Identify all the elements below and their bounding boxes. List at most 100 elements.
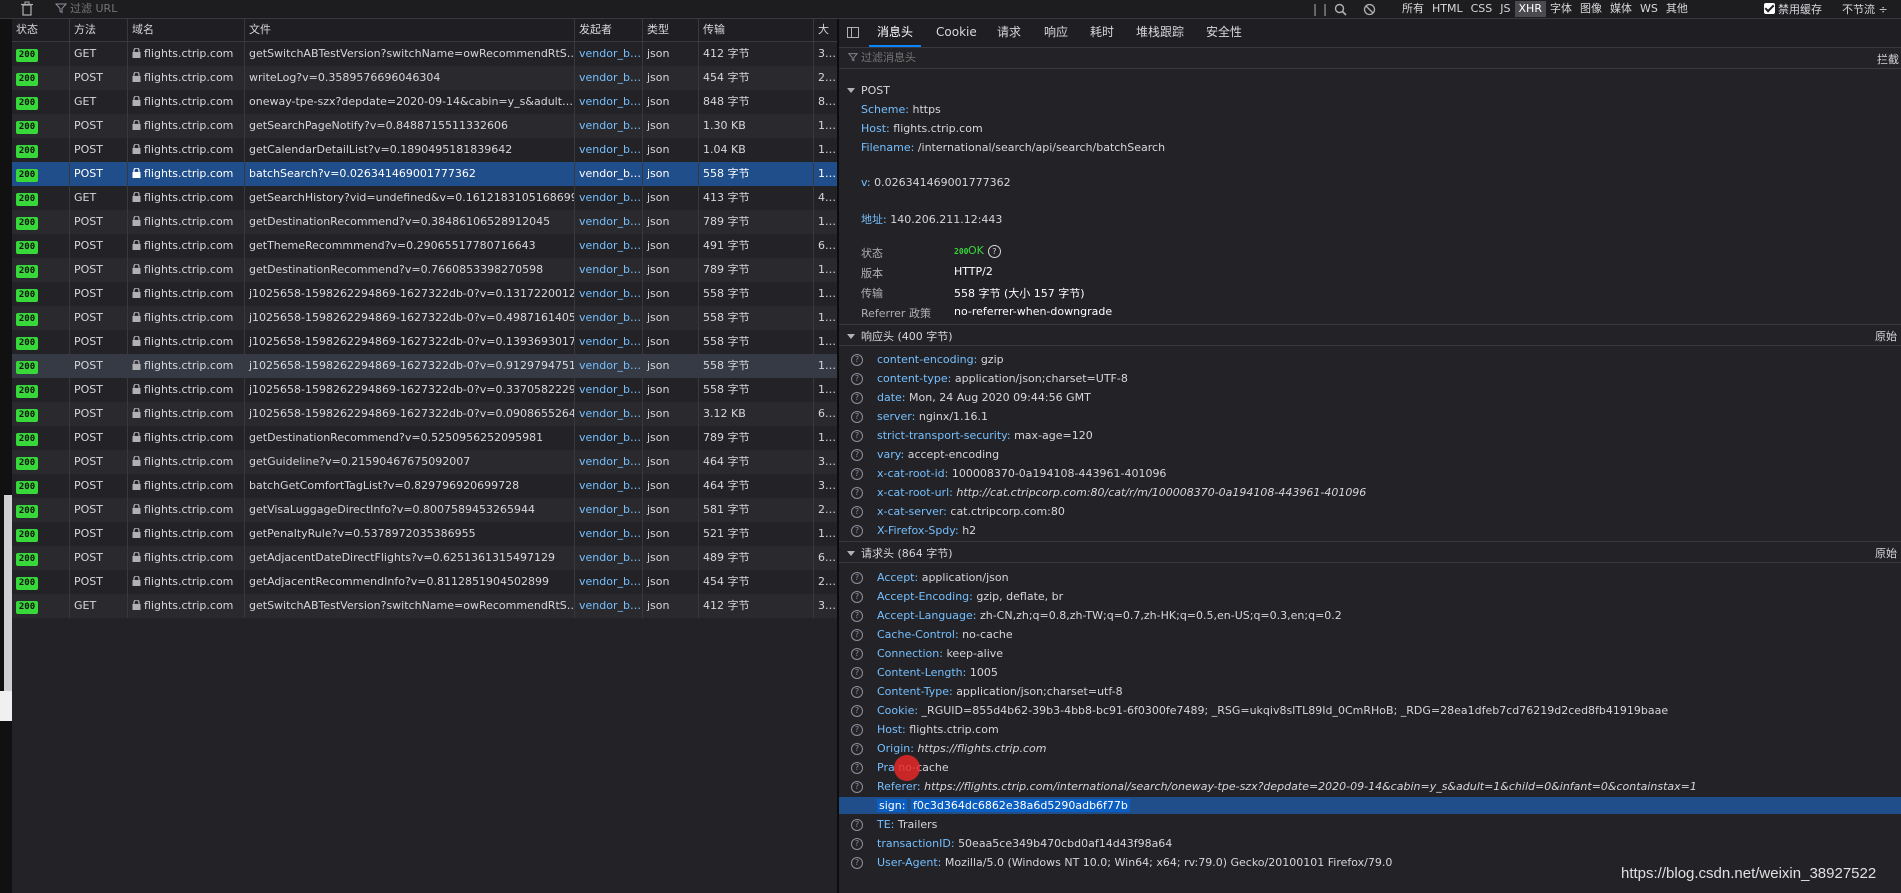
throttle-select[interactable]: 不节流 ÷ bbox=[1842, 1, 1888, 17]
header-row[interactable]: x-cat-root-url: http://cat.ctripcorp.com… bbox=[877, 486, 1366, 499]
type-filter-js[interactable]: JS bbox=[1496, 1, 1514, 17]
table-row[interactable]: 200 POST flights.ctrip.com getDestinationRe… bbox=[12, 258, 837, 282]
table-row[interactable]: 200 POST flights.ctrip.com writeLog?v=0.358… bbox=[12, 66, 837, 90]
help-icon[interactable]: ? bbox=[851, 762, 863, 774]
general-section-toggle[interactable]: POST bbox=[847, 84, 890, 97]
help-icon[interactable]: ? bbox=[851, 572, 863, 584]
header-row[interactable]: User-Agent: Mozilla/5.0 (Windows NT 10.0… bbox=[877, 856, 1392, 869]
tab-headers[interactable]: 消息头 bbox=[868, 19, 922, 47]
col-size[interactable]: 大小 bbox=[814, 19, 837, 58]
table-row[interactable]: 200 POST flights.ctrip.com getAdjacentRecom… bbox=[12, 570, 837, 594]
header-row[interactable]: Cookie: _RGUID=855d4b62-39b3-4bb8-bc91-6… bbox=[877, 704, 1668, 717]
request-headers-section[interactable]: 请求头 (864 字节) 原始 bbox=[839, 541, 1901, 563]
help-icon[interactable]: ? bbox=[851, 610, 863, 622]
header-row[interactable]: Accept-Language: zh-CN,zh;q=0.8,zh-TW;q=… bbox=[877, 609, 1342, 622]
col-method[interactable]: 方法 bbox=[70, 19, 128, 41]
help-icon[interactable]: ? bbox=[851, 686, 863, 698]
header-row[interactable]: content-type: application/json;charset=U… bbox=[877, 372, 1128, 385]
help-icon[interactable]: ? bbox=[851, 354, 863, 366]
help-icon[interactable]: ? bbox=[851, 667, 863, 679]
help-icon[interactable]: ? bbox=[851, 648, 863, 660]
type-filter-image[interactable]: 图像 bbox=[1576, 1, 1606, 17]
disable-cache-checkbox[interactable] bbox=[1764, 3, 1775, 14]
response-headers-section[interactable]: 响应头 (400 字节) 原始 bbox=[839, 324, 1901, 346]
col-transfer[interactable]: 传输 bbox=[699, 19, 814, 41]
type-filter-media[interactable]: 媒体 bbox=[1606, 1, 1636, 17]
help-icon[interactable]: ? bbox=[851, 468, 863, 480]
raw-toggle[interactable]: 原始 bbox=[1875, 545, 1897, 561]
help-icon[interactable]: ? bbox=[851, 506, 863, 518]
table-row[interactable]: 200 POST flights.ctrip.com getDestinationRe… bbox=[12, 210, 837, 234]
type-filter-xhr[interactable]: XHR bbox=[1514, 1, 1546, 17]
block-icon[interactable] bbox=[1363, 3, 1376, 16]
header-row[interactable]: Accept-Encoding: gzip, deflate, br bbox=[877, 590, 1063, 603]
header-row[interactable]: X-Firefox-Spdy: h2 bbox=[877, 524, 976, 537]
header-row[interactable]: vary: accept-encoding bbox=[877, 448, 999, 461]
help-icon[interactable]: ? bbox=[851, 724, 863, 736]
header-row[interactable]: Referer: https://flights.ctrip.com/inter… bbox=[877, 780, 1697, 793]
header-row[interactable]: content-encoding: gzip bbox=[877, 353, 1004, 366]
table-row[interactable]: 200 POST flights.ctrip.com getCalendarDetai… bbox=[12, 138, 837, 162]
help-icon[interactable]: ? bbox=[851, 819, 863, 831]
table-row[interactable]: 200 GET flights.ctrip.com oneway-tpe-szx?de… bbox=[12, 90, 837, 114]
table-row[interactable]: 200 POST flights.ctrip.com getDestinationRe… bbox=[12, 426, 837, 450]
header-row[interactable]: x-cat-server: cat.ctripcorp.com:80 bbox=[877, 505, 1065, 518]
table-row[interactable]: 200 POST flights.ctrip.com j1025658-1598262… bbox=[12, 330, 837, 354]
table-row[interactable]: 200 POST flights.ctrip.com getSearchPageNot… bbox=[12, 114, 837, 138]
help-icon[interactable]: ? bbox=[851, 411, 863, 423]
type-filter-other[interactable]: 其他 bbox=[1662, 1, 1692, 17]
help-icon[interactable]: ? bbox=[851, 629, 863, 641]
header-row[interactable]: date: Mon, 24 Aug 2020 09:44:56 GMT bbox=[877, 391, 1091, 404]
header-row[interactable]: x-cat-root-id: 100008370-0a194108-443961… bbox=[877, 467, 1166, 480]
header-row[interactable]: transactionID: 50eaa5ce349b470cbd0af14d4… bbox=[877, 837, 1172, 850]
header-row[interactable]: Content-Type: application/json;charset=u… bbox=[877, 685, 1123, 698]
block-button[interactable]: 拦截 bbox=[1877, 51, 1899, 67]
help-icon[interactable]: ? bbox=[851, 525, 863, 537]
table-row[interactable]: 200 POST flights.ctrip.com getGuideline?v=0… bbox=[12, 450, 837, 474]
help-icon[interactable]: ? bbox=[851, 487, 863, 499]
col-file[interactable]: 文件 bbox=[245, 19, 575, 41]
table-row[interactable]: 200 POST flights.ctrip.com j1025658-1598262… bbox=[12, 402, 837, 426]
header-row[interactable]: server: nginx/1.16.1 bbox=[877, 410, 988, 423]
col-domain[interactable]: 域名 bbox=[128, 19, 245, 41]
table-row[interactable]: 200 POST flights.ctrip.com j1025658-1598262… bbox=[12, 354, 837, 378]
col-type[interactable]: 类型 bbox=[643, 19, 699, 41]
help-icon[interactable]: ? bbox=[851, 449, 863, 461]
help-icon[interactable]: ? bbox=[851, 838, 863, 850]
search-icon[interactable] bbox=[1334, 3, 1347, 16]
table-row[interactable]: 200 POST flights.ctrip.com getVisaLuggageDi… bbox=[12, 498, 837, 522]
type-filter-html[interactable]: HTML bbox=[1428, 1, 1467, 17]
type-filter-css[interactable]: CSS bbox=[1467, 1, 1497, 17]
header-row[interactable]: Host: flights.ctrip.com bbox=[877, 723, 999, 736]
help-icon[interactable]: ? bbox=[851, 430, 863, 442]
header-row[interactable]: strict-transport-security: max-age=120 bbox=[877, 429, 1093, 442]
help-icon[interactable]: ? bbox=[851, 857, 863, 869]
trash-icon[interactable] bbox=[18, 1, 36, 17]
tab-request[interactable]: 请求 bbox=[997, 19, 1021, 47]
pause-icon[interactable]: ❘❘ bbox=[1310, 2, 1330, 16]
col-initiator[interactable]: 发起者 bbox=[575, 19, 643, 41]
header-row[interactable]: Content-Length: 1005 bbox=[877, 666, 998, 679]
header-row[interactable]: Connection: keep-alive bbox=[877, 647, 1003, 660]
tab-timings[interactable]: 耗时 bbox=[1090, 19, 1114, 47]
help-icon[interactable]: ? bbox=[851, 781, 863, 793]
raw-toggle[interactable]: 原始 bbox=[1875, 328, 1897, 344]
tab-response[interactable]: 响应 bbox=[1044, 19, 1068, 47]
help-icon[interactable]: ? bbox=[851, 705, 863, 717]
help-icon[interactable]: ? bbox=[851, 743, 863, 755]
table-row[interactable]: 200 POST flights.ctrip.com getPenaltyRule?v… bbox=[12, 522, 837, 546]
table-row[interactable]: 200 POST flights.ctrip.com batchGetComfortT… bbox=[12, 474, 837, 498]
tab-security[interactable]: 安全性 bbox=[1206, 19, 1242, 47]
col-status[interactable]: 状态 bbox=[12, 19, 70, 41]
headers-filter-input[interactable] bbox=[861, 50, 1561, 66]
type-filter-all[interactable]: 所有 bbox=[1398, 1, 1428, 17]
tab-cookie[interactable]: Cookie bbox=[936, 19, 977, 47]
header-row[interactable]: Cache-Control: no-cache bbox=[877, 628, 1013, 641]
table-row[interactable]: 200 POST flights.ctrip.com j1025658-1598262… bbox=[12, 378, 837, 402]
table-row[interactable]: 200 POST flights.ctrip.com j1025658-1598262… bbox=[12, 282, 837, 306]
table-row[interactable]: 200 GET flights.ctrip.com getSearchHistory?… bbox=[12, 186, 837, 210]
help-icon[interactable]: ? bbox=[851, 591, 863, 603]
help-icon[interactable]: ? bbox=[987, 245, 1001, 258]
tab-stack-trace[interactable]: 堆栈跟踪 bbox=[1136, 19, 1184, 47]
table-row[interactable]: 200 POST flights.ctrip.com getAdjacentDateD… bbox=[12, 546, 837, 570]
